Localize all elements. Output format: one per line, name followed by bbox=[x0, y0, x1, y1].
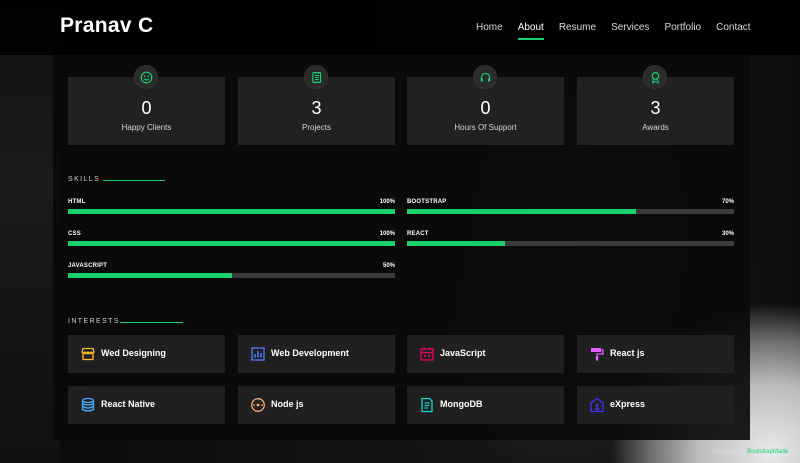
skill-name: JAVASCRIPT bbox=[68, 263, 108, 269]
interest-label: Node js bbox=[271, 399, 304, 409]
skill-name: CSS bbox=[68, 231, 81, 237]
interest-card[interactable]: React Native bbox=[68, 386, 225, 424]
store-icon bbox=[81, 347, 95, 361]
interest-label: MongoDB bbox=[440, 399, 483, 409]
smile-icon bbox=[134, 65, 158, 89]
skills-title-underline bbox=[103, 180, 165, 181]
nav-contact[interactable]: Contact bbox=[716, 22, 750, 33]
interests-title-underline bbox=[120, 322, 183, 323]
stat-awards: 3 Awards bbox=[577, 65, 734, 145]
headset-icon bbox=[473, 65, 497, 89]
interest-card[interactable]: Wed Designing bbox=[68, 335, 225, 373]
skill-progress-track bbox=[68, 273, 395, 278]
stat-number: 3 bbox=[650, 98, 661, 118]
base-station-icon bbox=[590, 397, 604, 413]
interests-title: INTERESTS bbox=[68, 318, 120, 325]
paint-roller-icon bbox=[591, 348, 604, 361]
skill-progress-track bbox=[68, 241, 395, 246]
calendar-icon bbox=[420, 347, 434, 361]
interest-card[interactable]: JavaScript bbox=[407, 335, 564, 373]
interest-label: eXpress bbox=[610, 399, 646, 409]
skill-value: 100% bbox=[379, 231, 395, 237]
interest-card[interactable]: eXpress bbox=[577, 386, 734, 424]
skill-progress-fill bbox=[407, 209, 636, 214]
nav-services[interactable]: Services bbox=[611, 22, 649, 33]
skill-progress-fill bbox=[407, 241, 506, 246]
interest-label: Wed Designing bbox=[101, 348, 166, 358]
interest-label: React js bbox=[610, 348, 645, 358]
nav-home[interactable]: Home bbox=[476, 22, 503, 33]
skill-value: 30% bbox=[721, 231, 734, 237]
interest-label: React Native bbox=[101, 399, 156, 409]
main-nav: Home About Resume Services Portfolio Con… bbox=[476, 22, 766, 40]
nav-portfolio[interactable]: Portfolio bbox=[664, 22, 701, 33]
footer-credit: Designed by BootstrapMade bbox=[712, 449, 788, 455]
stat-number: 0 bbox=[141, 98, 152, 118]
skill-progress-track bbox=[68, 209, 395, 214]
skill-name: BOOTSTRAP bbox=[407, 199, 447, 205]
skill-name: HTML bbox=[68, 199, 86, 205]
stat-label: Hours Of Support bbox=[454, 123, 517, 132]
brand-logo[interactable]: Pranav C bbox=[60, 14, 153, 38]
interest-card[interactable]: React js bbox=[577, 335, 734, 373]
skill-progress-fill bbox=[68, 241, 395, 246]
skill-progress-fill bbox=[68, 209, 395, 214]
file-list-icon bbox=[421, 397, 433, 413]
stat-hours-support: 0 Hours Of Support bbox=[407, 65, 564, 145]
interest-card[interactable]: Web Development bbox=[238, 335, 395, 373]
background-shade bbox=[0, 0, 60, 463]
stat-projects: 3 Projects bbox=[238, 65, 395, 145]
skills-title: SKILLS bbox=[68, 176, 101, 183]
journal-icon bbox=[304, 65, 328, 89]
site-header: Pranav C Home About Resume Services Port… bbox=[0, 0, 800, 55]
award-icon bbox=[643, 65, 667, 89]
nav-resume[interactable]: Resume bbox=[559, 22, 596, 33]
interest-label: Web Development bbox=[271, 348, 349, 358]
skill-value: 100% bbox=[379, 199, 395, 205]
database-icon bbox=[81, 397, 95, 412]
skill-progress-track bbox=[407, 209, 734, 214]
skill-value: 50% bbox=[382, 263, 395, 269]
credit-link[interactable]: BootstrapMade bbox=[747, 449, 788, 455]
skill-value: 70% bbox=[721, 199, 734, 205]
skill-progress-fill bbox=[68, 273, 232, 278]
stat-happy-clients: 0 Happy Clients bbox=[68, 65, 225, 145]
skill-name: REACT bbox=[407, 231, 429, 237]
skill-progress-track bbox=[407, 241, 734, 246]
interest-card[interactable]: MongoDB bbox=[407, 386, 564, 424]
bar-chart-icon bbox=[251, 347, 265, 361]
interest-label: JavaScript bbox=[440, 348, 486, 358]
gradient-icon bbox=[251, 398, 265, 412]
stat-label: Projects bbox=[302, 123, 331, 132]
stat-number: 0 bbox=[480, 98, 491, 118]
stat-label: Happy Clients bbox=[121, 123, 172, 132]
nav-about[interactable]: About bbox=[517, 22, 544, 40]
credit-text: Designed by bbox=[712, 449, 746, 455]
stat-number: 3 bbox=[311, 98, 322, 118]
interest-card[interactable]: Node js bbox=[238, 386, 395, 424]
stat-label: Awards bbox=[642, 123, 669, 132]
